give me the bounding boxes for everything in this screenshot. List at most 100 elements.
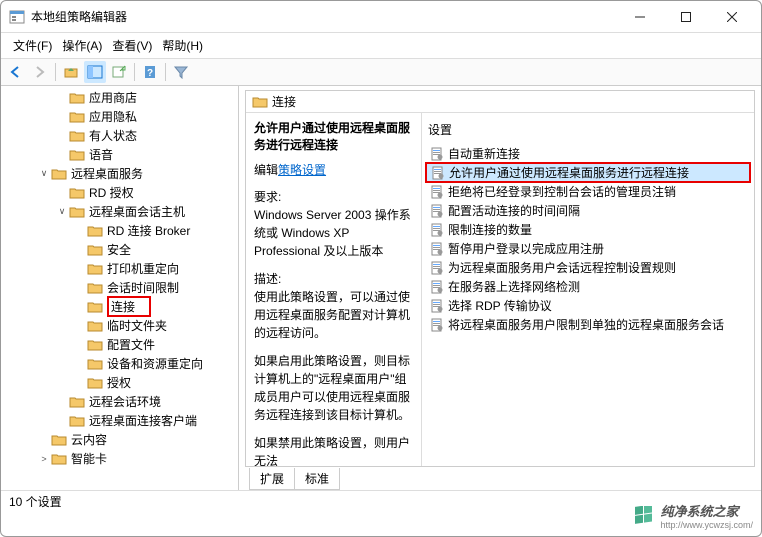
tree-item[interactable]: 云内容 bbox=[1, 430, 239, 449]
minimize-button[interactable] bbox=[635, 12, 661, 22]
tree-item[interactable]: 应用隐私 bbox=[1, 107, 239, 126]
tree-item-label: 语音 bbox=[89, 146, 113, 163]
tree-item-label: 应用隐私 bbox=[89, 108, 137, 125]
setting-label: 在服务器上选择网络检测 bbox=[448, 278, 580, 295]
watermark: 纯净系统之家 http://www.ycwzsj.com/ bbox=[634, 501, 753, 530]
maximize-button[interactable] bbox=[681, 12, 707, 22]
tree-item[interactable]: 有人状态 bbox=[1, 126, 239, 145]
tree-item[interactable]: 安全 bbox=[1, 240, 239, 259]
folder-icon bbox=[69, 395, 85, 409]
menu-view[interactable]: 查看(V) bbox=[108, 35, 156, 56]
setting-label: 暂停用户登录以完成应用注册 bbox=[448, 240, 604, 257]
tree-item-label: 临时文件夹 bbox=[107, 317, 167, 334]
setting-label: 配置活动连接的时间间隔 bbox=[448, 202, 580, 219]
export-button[interactable] bbox=[108, 61, 130, 83]
tree-item[interactable]: 连接 bbox=[1, 297, 239, 316]
tree-item[interactable]: ∨远程桌面会话主机 bbox=[1, 202, 239, 221]
tree-item[interactable]: 远程会话环境 bbox=[1, 392, 239, 411]
policy-icon bbox=[431, 166, 445, 180]
tree-item[interactable]: 设备和资源重定向 bbox=[1, 354, 239, 373]
folder-icon bbox=[69, 91, 85, 105]
tree-expander-icon[interactable]: > bbox=[37, 454, 51, 464]
edit-policy-link[interactable]: 策略设置 bbox=[278, 163, 326, 177]
detail-description: 允许用户通过使用远程桌面服务进行远程连接 编辑策略设置 要求:Windows S… bbox=[246, 91, 422, 466]
main-content: 应用商店应用隐私有人状态语音 ∨ 远程桌面服务RD 授权∨远程桌面会话主机RD 连接… bbox=[1, 86, 761, 490]
toolbar: ? bbox=[1, 58, 761, 86]
policy-icon bbox=[430, 204, 444, 218]
filter-button[interactable] bbox=[170, 61, 192, 83]
setting-row[interactable]: 限制连接的数量 bbox=[426, 220, 750, 239]
details-panel: 连接 允许用户通过使用远程桌面服务进行远程连接 编辑策略设置 要求:Window… bbox=[239, 86, 761, 490]
setting-label: 为远程桌面服务用户会话远程控制设置规则 bbox=[448, 259, 676, 276]
titlebar: 本地组策略编辑器 bbox=[1, 1, 761, 33]
policy-icon bbox=[430, 318, 444, 332]
tree-item[interactable]: 打印机重定向 bbox=[1, 259, 239, 278]
policy-icon bbox=[430, 242, 444, 256]
show-hide-tree-button[interactable] bbox=[84, 61, 106, 83]
folder-icon bbox=[69, 186, 85, 200]
policy-icon bbox=[430, 299, 444, 313]
tree-item[interactable]: RD 授权 bbox=[1, 183, 239, 202]
policy-icon bbox=[430, 147, 444, 161]
setting-row[interactable]: 自动重新连接 bbox=[426, 144, 750, 163]
setting-row[interactable]: 配置活动连接的时间间隔 bbox=[426, 201, 750, 220]
policy-icon bbox=[430, 261, 444, 275]
description-text: 使用此策略设置，可以通过使用远程桌面服务配置对计算机的远程访问。 bbox=[254, 290, 410, 340]
tab-standard[interactable]: 标准 bbox=[294, 468, 340, 490]
folder-icon bbox=[87, 300, 103, 314]
setting-label: 自动重新连接 bbox=[448, 145, 520, 162]
folder-icon bbox=[51, 452, 67, 466]
tree-item[interactable]: 语音 bbox=[1, 145, 239, 164]
folder-icon bbox=[51, 167, 67, 181]
tree-item[interactable]: ∨ 远程桌面服务 bbox=[1, 164, 239, 183]
up-folder-button[interactable] bbox=[60, 61, 82, 83]
tree-item[interactable]: RD 连接 Broker bbox=[1, 221, 239, 240]
policy-icon bbox=[430, 280, 444, 294]
tree-expander-icon[interactable]: ∨ bbox=[55, 206, 69, 217]
tree-item[interactable]: 授权 bbox=[1, 373, 239, 392]
tree-item[interactable]: 配置文件 bbox=[1, 335, 239, 354]
tree-panel[interactable]: 应用商店应用隐私有人状态语音 ∨ 远程桌面服务RD 授权∨远程桌面会话主机RD 连接… bbox=[1, 86, 239, 490]
setting-row[interactable]: 暂停用户登录以完成应用注册 bbox=[426, 239, 750, 258]
requirements-text: Windows Server 2003 操作系统或 Windows XP Pro… bbox=[254, 208, 411, 258]
forward-button[interactable] bbox=[29, 61, 51, 83]
setting-row[interactable]: 拒绝将已经登录到控制台会话的管理员注销 bbox=[426, 182, 750, 201]
setting-row[interactable]: 允许用户通过使用远程桌面服务进行远程连接 bbox=[426, 163, 750, 182]
description-para2: 如果启用此策略设置，则目标计算机上的"远程桌面用户"组成员用户可以使用远程桌面服… bbox=[254, 352, 413, 424]
tree-item[interactable]: 会话时间限制 bbox=[1, 278, 239, 297]
tree-item[interactable]: 远程桌面连接客户端 bbox=[1, 411, 239, 430]
setting-label: 拒绝将已经登录到控制台会话的管理员注销 bbox=[448, 183, 676, 200]
settings-column-header[interactable]: 设置 bbox=[426, 119, 750, 144]
folder-icon bbox=[51, 433, 67, 447]
setting-row[interactable]: 选择 RDP 传输协议 bbox=[426, 296, 750, 315]
folder-icon bbox=[87, 224, 103, 238]
tree-item[interactable]: 应用商店 bbox=[1, 88, 239, 107]
setting-row[interactable]: 为远程桌面服务用户会话远程控制设置规则 bbox=[426, 258, 750, 277]
tree-item-label: 配置文件 bbox=[107, 336, 155, 353]
tree-item-label: 应用商店 bbox=[89, 89, 137, 106]
tree-item[interactable]: 临时文件夹 bbox=[1, 316, 239, 335]
tree-item-label: 设备和资源重定向 bbox=[107, 355, 203, 372]
menu-help[interactable]: 帮助(H) bbox=[158, 35, 207, 56]
tree-item-label: 会话时间限制 bbox=[107, 279, 179, 296]
detail-header: 连接 bbox=[246, 91, 754, 113]
folder-icon bbox=[87, 281, 103, 295]
setting-row[interactable]: 在服务器上选择网络检测 bbox=[426, 277, 750, 296]
close-button[interactable] bbox=[727, 12, 753, 22]
tree-item[interactable]: >智能卡 bbox=[1, 449, 239, 468]
setting-label: 选择 RDP 传输协议 bbox=[448, 297, 552, 314]
folder-icon bbox=[69, 414, 85, 428]
setting-row[interactable]: 将远程桌面服务用户限制到单独的远程桌面服务会话 bbox=[426, 315, 750, 334]
tree-expander-icon[interactable]: ∨ bbox=[37, 168, 51, 179]
description-label: 描述: bbox=[254, 272, 281, 286]
tree-item-label: 远程桌面服务 bbox=[71, 165, 143, 182]
back-button[interactable] bbox=[5, 61, 27, 83]
menu-action[interactable]: 操作(A) bbox=[58, 35, 106, 56]
tab-extended[interactable]: 扩展 bbox=[249, 468, 295, 490]
help-button[interactable]: ? bbox=[139, 61, 161, 83]
folder-icon bbox=[87, 338, 103, 352]
menubar: 文件(F) 操作(A) 查看(V) 帮助(H) bbox=[1, 33, 761, 58]
tree-item-label: 安全 bbox=[107, 241, 131, 258]
menu-file[interactable]: 文件(F) bbox=[9, 35, 56, 56]
folder-icon bbox=[87, 262, 103, 276]
